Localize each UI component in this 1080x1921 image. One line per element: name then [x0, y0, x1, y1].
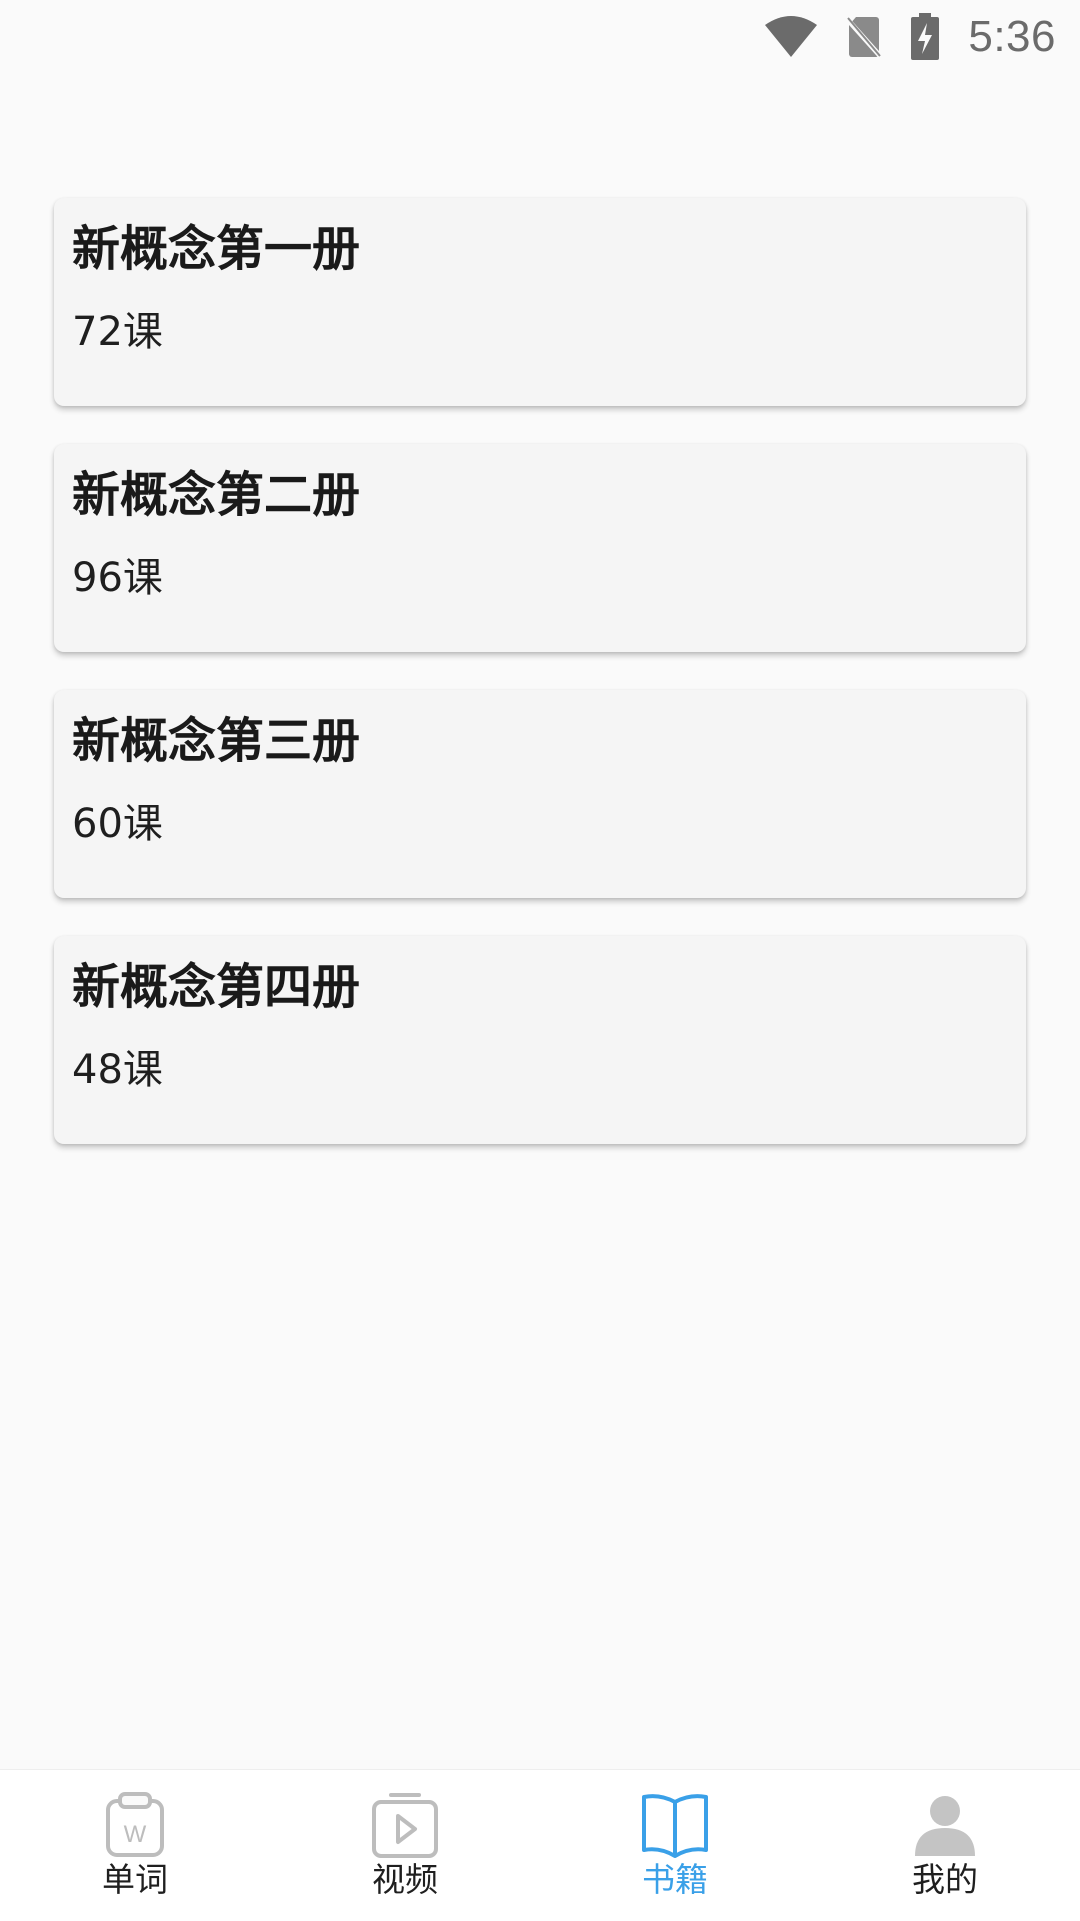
- book-lesson-count: 48课: [72, 1047, 163, 1093]
- book-title: 新概念第三册: [72, 713, 361, 769]
- book-title: 新概念第四册: [72, 959, 361, 1015]
- nav-label-mine: 我的: [912, 1860, 978, 1899]
- status-icons: 5:36: [764, 8, 1056, 66]
- book-lesson-count: 72课: [72, 309, 163, 355]
- bottom-nav: W 单词 视频 书籍 我的: [0, 1769, 1080, 1921]
- book-title: 新概念第二册: [72, 467, 361, 523]
- battery-charging-icon: [910, 13, 940, 61]
- book-title: 新概念第一册: [72, 221, 361, 277]
- open-book-icon: [640, 1790, 710, 1860]
- person-icon: [910, 1790, 980, 1860]
- nav-item-videos[interactable]: 视频: [270, 1770, 540, 1921]
- svg-text:W: W: [124, 1821, 147, 1848]
- nav-item-words[interactable]: W 单词: [0, 1770, 270, 1921]
- status-time: 5:36: [968, 12, 1056, 61]
- nav-label-words: 单词: [102, 1860, 168, 1899]
- video-play-icon: [370, 1790, 440, 1860]
- wifi-icon: [764, 15, 818, 59]
- nav-item-books[interactable]: 书籍: [540, 1770, 810, 1921]
- status-bar: 5:36: [0, 0, 1080, 74]
- book-lesson-count: 60课: [72, 801, 163, 847]
- book-list: 新概念第一册 72课 新概念第二册 96课 新概念第三册 60课 新概念第四册 …: [54, 198, 1026, 1182]
- word-card-icon: W: [100, 1790, 170, 1860]
- book-card-3[interactable]: 新概念第三册 60课: [54, 690, 1026, 898]
- no-sim-icon: [846, 15, 883, 59]
- book-card-1[interactable]: 新概念第一册 72课: [54, 198, 1026, 406]
- book-card-4[interactable]: 新概念第四册 48课: [54, 936, 1026, 1144]
- nav-item-mine[interactable]: 我的: [810, 1770, 1080, 1921]
- book-card-2[interactable]: 新概念第二册 96课: [54, 444, 1026, 652]
- nav-label-books: 书籍: [642, 1860, 708, 1899]
- nav-label-videos: 视频: [372, 1860, 438, 1899]
- book-lesson-count: 96课: [72, 555, 163, 601]
